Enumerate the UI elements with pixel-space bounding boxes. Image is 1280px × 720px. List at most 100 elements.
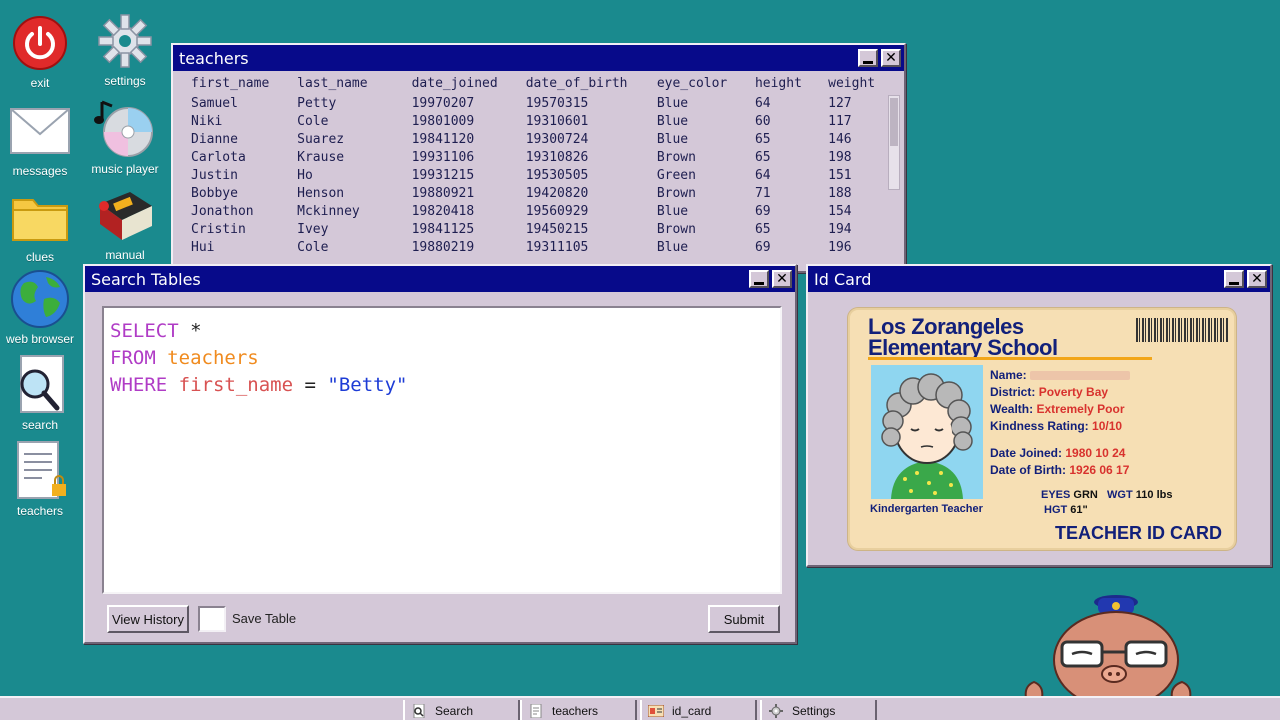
field-name: Name: xyxy=(990,367,1131,384)
taskbar-item-teachers[interactable]: teachers xyxy=(520,700,637,720)
folder-icon xyxy=(9,186,71,248)
table-row[interactable]: Dianne Suarez 19841120 19300724 Blue 65 146 xyxy=(183,131,880,149)
desktop-icon-label: teachers xyxy=(16,504,64,518)
table-row[interactable]: Niki Cole 19801009 19310601 Blue 60 117 xyxy=(183,113,880,131)
table-cell: Cristin xyxy=(191,221,246,237)
table-cell: 65 xyxy=(754,150,771,166)
taskbar-label: id_card xyxy=(672,703,712,718)
table-row[interactable]: Justin Ho 19931215 19530505 Green 64 151 xyxy=(183,167,880,185)
table-cell: 19880219 xyxy=(411,239,475,255)
field-date-of-birth: Date of Birth: 1926 06 17 xyxy=(990,462,1130,479)
taskbar-item-id-card[interactable]: id_card xyxy=(640,700,757,720)
title-bar[interactable]: teachers ✕ xyxy=(173,45,904,71)
table-row[interactable]: Samuel Petty 19970207 19570315 Blue 64 127 xyxy=(183,95,880,113)
power-icon xyxy=(9,12,71,74)
teachers-window[interactable]: teachers ✕ first_name last_name date_joi… xyxy=(171,43,906,273)
taskbar-item-search[interactable]: Search xyxy=(403,700,520,720)
table-row[interactable]: Carlota Krause 19931106 19310826 Brown 65 198 xyxy=(183,149,880,167)
globe-icon xyxy=(9,268,71,330)
column-header[interactable]: date_of_birth xyxy=(518,73,649,95)
view-history-button[interactable]: View History xyxy=(107,605,189,633)
close-icon: ✕ xyxy=(776,271,788,287)
table-row[interactable]: Jonathon Mckinney 19820418 19560929 Blue 69 15… xyxy=(183,202,880,220)
close-button[interactable]: ✕ xyxy=(1247,270,1267,288)
desktop-icon-label: manual xyxy=(105,248,145,262)
id-card-physical-stats: EYES GRN WGT 110 lbs HGT 61" xyxy=(1041,488,1172,518)
minimize-button[interactable] xyxy=(749,270,769,288)
taskbar-item-settings[interactable]: Settings xyxy=(760,700,877,720)
table-row[interactable]: Bobbye Henson 19880921 19420820 Brown 71 188 xyxy=(183,184,880,202)
results-table: first_name last_name date_joined date_of… xyxy=(183,73,880,256)
table-cell: Ho xyxy=(297,168,313,183)
desktop-icon-label: exit xyxy=(30,76,50,90)
table-cell: 65 xyxy=(754,132,771,148)
vertical-scrollbar[interactable] xyxy=(888,95,900,190)
field-date-joined: Date Joined: 1980 10 24 xyxy=(990,445,1130,462)
table-row[interactable]: Hui Cole 19880219 19311105 Blue 69 196 xyxy=(183,238,880,256)
desktop-icon-exit[interactable]: exit xyxy=(0,12,80,90)
field-value: 1980 10 24 xyxy=(1065,446,1126,460)
table-cell: 19450215 xyxy=(525,221,589,237)
desktop-icon-web-browser[interactable]: web browser xyxy=(0,268,80,346)
submit-button[interactable]: Submit xyxy=(708,605,780,633)
taskbar-label: Search xyxy=(435,703,474,718)
query-line-where: WHERE first_name = "Betty" xyxy=(110,372,774,399)
table-cell: Brown xyxy=(656,150,696,166)
desktop-icon-search[interactable]: search xyxy=(0,354,80,432)
close-button[interactable]: ✕ xyxy=(881,49,901,67)
minimize-icon xyxy=(863,60,873,64)
minimize-button[interactable] xyxy=(858,49,878,67)
column-header[interactable]: first_name xyxy=(183,73,289,95)
column-header[interactable]: last_name xyxy=(289,73,403,95)
title-bar[interactable]: Search Tables ✕ xyxy=(85,266,795,292)
scrollbar-thumb[interactable] xyxy=(890,98,898,146)
table-cell: 19300724 xyxy=(525,132,589,148)
table-cell: 154 xyxy=(828,203,852,219)
column-header[interactable]: height xyxy=(747,73,820,95)
table-cell: 19420820 xyxy=(525,185,589,201)
id-card-window[interactable]: Id Card ✕ Los Zorangeles Elementary Scho… xyxy=(806,264,1272,567)
column-header[interactable]: date_joined xyxy=(404,73,518,95)
desktop-icon-settings[interactable]: settings xyxy=(85,10,165,88)
stat-label: WGT xyxy=(1107,489,1133,501)
desktop-icon-label: messages xyxy=(12,164,68,178)
sql-keyword: WHERE xyxy=(110,374,168,396)
table-header-row: first_name last_name date_joined date_of… xyxy=(183,73,880,95)
table-cell: 19560929 xyxy=(525,203,589,219)
table-cell: Cole xyxy=(297,114,329,130)
desktop-icon-manual[interactable]: manual xyxy=(85,184,165,262)
field-label: Wealth: xyxy=(990,402,1034,416)
desktop-icon-label: clues xyxy=(25,250,54,264)
desktop-icon-label: search xyxy=(21,418,59,432)
field-value: Extremely Poor xyxy=(1036,402,1125,416)
envelope-icon xyxy=(9,100,71,162)
table-row[interactable]: Cristin Ivey 19841125 19450215 Brown 65 194 xyxy=(183,220,880,238)
sql-keyword: SELECT xyxy=(110,320,179,342)
sql-query-editor[interactable]: SELECT * FROM teachers WHERE first_name … xyxy=(102,306,782,594)
school-name: Los Zorangeles Elementary School xyxy=(868,316,1058,359)
save-table-checkbox[interactable] xyxy=(198,606,226,632)
barcode-icon xyxy=(1136,318,1228,342)
sql-column-name: first_name xyxy=(178,374,294,396)
table-cell: Petty xyxy=(297,96,337,112)
desktop-icon-clues[interactable]: clues xyxy=(0,186,80,264)
table-cell: 127 xyxy=(828,96,852,112)
divider xyxy=(868,357,1152,360)
desktop-icon-messages[interactable]: messages xyxy=(0,100,80,178)
table-cell: Carlota xyxy=(191,150,246,166)
desktop-icon-music-player[interactable]: music player xyxy=(85,98,165,176)
teacher-photo xyxy=(871,365,983,499)
close-button[interactable]: ✕ xyxy=(772,270,792,288)
column-header[interactable]: weight xyxy=(820,73,880,95)
title-bar[interactable]: Id Card ✕ xyxy=(808,266,1270,292)
desktop-icon-teachers[interactable]: teachers xyxy=(0,440,80,518)
search-tables-window[interactable]: Search Tables ✕ SELECT * FROM teachers W… xyxy=(83,264,797,644)
sql-keyword: FROM xyxy=(110,347,156,369)
table-cell: Blue xyxy=(656,96,689,112)
minimize-button[interactable] xyxy=(1224,270,1244,288)
sql-wildcard: * xyxy=(190,320,202,342)
gear-icon xyxy=(94,10,156,72)
table-cell: 19841125 xyxy=(411,221,475,237)
column-header[interactable]: eye_color xyxy=(649,73,747,95)
police-mascot xyxy=(1020,594,1196,709)
